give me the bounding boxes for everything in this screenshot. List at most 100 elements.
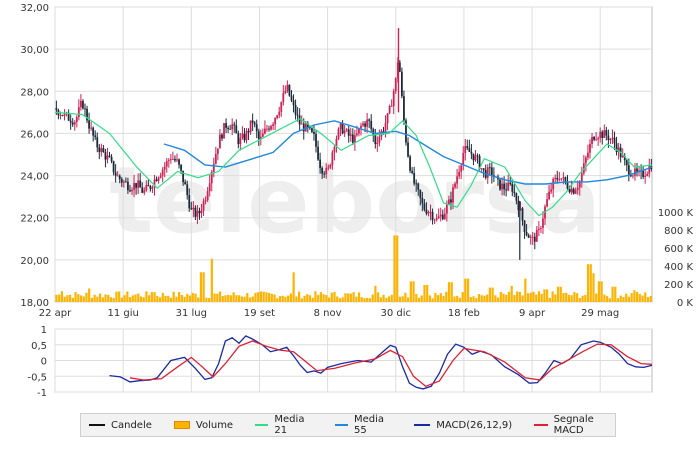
candle-body: [562, 177, 565, 179]
candle-body: [137, 180, 140, 188]
candle-body: [88, 120, 90, 129]
candle-body: [159, 175, 162, 178]
volume-bar: [445, 291, 448, 302]
candle-body: [450, 199, 452, 203]
candle-body: [151, 187, 154, 189]
volume-bar: [186, 294, 189, 302]
candle-body: [351, 134, 354, 143]
volume-bar: [559, 286, 562, 302]
candle-body: [417, 183, 420, 190]
candle-body: [71, 122, 74, 125]
candle-body: [120, 179, 123, 183]
candle-body: [531, 236, 534, 238]
candle-body: [292, 100, 295, 106]
candle-body: [147, 185, 150, 187]
volume-bar: [68, 294, 72, 302]
candle-body: [79, 100, 82, 108]
candle-body: [143, 190, 146, 193]
candle-body: [611, 137, 614, 139]
candle-body: [61, 114, 64, 116]
volume-bar: [597, 281, 601, 302]
volume-bar: [349, 293, 352, 302]
volume-bar: [442, 295, 445, 302]
legend-label: Media 55: [353, 414, 385, 436]
volume-bar: [213, 293, 216, 302]
candle-body: [554, 177, 557, 179]
volume-bar: [586, 264, 590, 302]
macd-tick-label: 0,5: [31, 341, 47, 352]
candle-body: [108, 155, 111, 157]
volume-bar: [644, 292, 647, 302]
volume-bar: [486, 294, 489, 302]
legend-item: Volume: [173, 420, 233, 431]
volume-bar: [210, 258, 213, 302]
volume-bar: [115, 291, 118, 302]
volume-bar: [398, 296, 402, 302]
candle-body: [407, 142, 409, 157]
volume-bar: [71, 297, 74, 302]
candle-body: [353, 135, 356, 143]
volume-bar: [82, 296, 85, 302]
candle-body: [106, 155, 109, 160]
candle-body: [558, 179, 561, 181]
volume-bar: [608, 298, 611, 302]
date-tick-label: 30 dic: [380, 308, 411, 319]
candle-body: [548, 191, 550, 200]
volume-bar: [589, 264, 592, 302]
candle-body: [441, 214, 444, 220]
candle-body: [621, 156, 624, 158]
volume-bar: [576, 293, 579, 302]
candle-body: [186, 184, 189, 195]
volume-bar: [357, 292, 361, 302]
volume-bar: [417, 297, 421, 302]
candle-body: [636, 168, 638, 172]
volume-bar: [499, 291, 502, 302]
candle-body: [221, 134, 223, 139]
volume-bar: [188, 295, 192, 302]
volume-bar: [368, 298, 372, 302]
volume-bar: [96, 296, 99, 302]
volume-bar: [273, 294, 276, 302]
volume-bar: [483, 295, 486, 302]
candle-body: [601, 131, 604, 138]
volume-bar: [63, 296, 66, 302]
candle-body: [593, 136, 595, 140]
volume-bar: [194, 293, 197, 302]
candle-body: [304, 123, 307, 132]
volume-bar: [456, 295, 459, 302]
candle-body: [425, 209, 428, 214]
volume-bar: [578, 298, 581, 302]
candle-body: [274, 118, 277, 125]
candle-body: [223, 123, 225, 139]
volume-bar: [573, 292, 576, 302]
volume-bar: [98, 293, 102, 302]
volume-bar: [347, 293, 350, 302]
candle-body: [433, 219, 436, 221]
candle-body: [517, 200, 520, 211]
candle-body: [112, 161, 115, 173]
volume-bar: [278, 296, 282, 302]
volume-bar: [614, 286, 617, 302]
candle-body: [90, 127, 93, 129]
candle-body: [249, 120, 252, 133]
volume-bar: [606, 296, 609, 302]
legend-swatch: [534, 424, 548, 426]
date-tick-label: 29 mag: [581, 308, 619, 319]
candle-body: [486, 167, 489, 178]
volume-bar: [439, 293, 442, 302]
volume-bar: [292, 272, 295, 302]
candle-body: [268, 128, 270, 130]
legend-item: Candele: [89, 420, 152, 431]
volume-bar: [327, 297, 331, 302]
volume-bar: [344, 293, 347, 302]
candle-body: [390, 106, 393, 107]
volume-bar: [306, 294, 309, 302]
candle-body: [272, 124, 274, 127]
candle-body: [94, 135, 97, 138]
price-tick-label: 32,00: [20, 3, 49, 14]
candle-body: [384, 123, 387, 132]
candle-body: [204, 200, 207, 202]
volume-bar: [464, 278, 467, 302]
watermark-text: teleborsa: [109, 147, 601, 254]
candle-body: [284, 90, 287, 93]
